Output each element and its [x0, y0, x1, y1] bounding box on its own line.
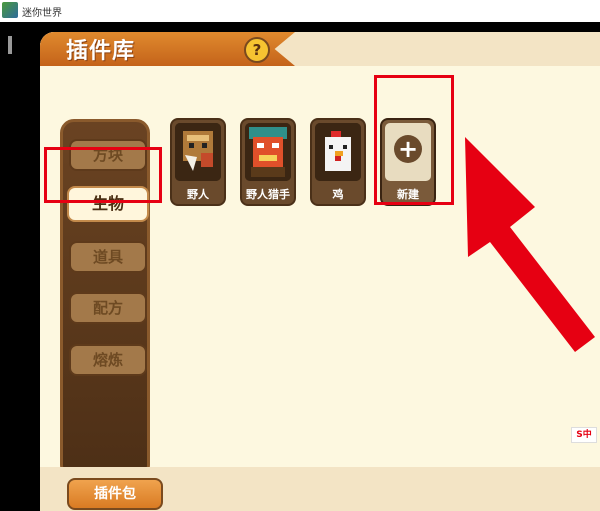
- tab-items[interactable]: 道具: [69, 241, 147, 273]
- creature-label: 野人猎手: [246, 188, 290, 201]
- creature-card-chicken[interactable]: 鸡: [310, 118, 366, 206]
- creature-card-savage-hunter[interactable]: 野人猎手: [240, 118, 296, 206]
- highlight-box-creatures: [44, 147, 162, 203]
- help-button[interactable]: ?: [244, 37, 270, 63]
- savage-hunter-icon: [245, 123, 291, 181]
- page-title: 插件库: [66, 39, 136, 64]
- title-banner: 插件库 ?: [40, 32, 295, 66]
- chicken-icon: [315, 123, 361, 181]
- plugin-pack-button[interactable]: 插件包: [67, 478, 163, 510]
- panel-header: 插件库 ?: [40, 32, 600, 66]
- window-title: 迷你世界: [22, 8, 62, 19]
- highlight-box-new: [374, 75, 454, 205]
- creature-card-savage[interactable]: 野人: [170, 118, 226, 206]
- savage-icon: [175, 123, 221, 181]
- window-titlebar: 迷你世界: [0, 0, 600, 23]
- app-icon: [2, 2, 18, 18]
- creature-label: 野人: [187, 188, 209, 201]
- panel-footer: 插件包: [40, 467, 600, 511]
- creature-label: 鸡: [332, 188, 344, 201]
- tab-smelting[interactable]: 熔炼: [69, 344, 147, 376]
- tab-recipes[interactable]: 配方: [69, 292, 147, 324]
- annotation-arrow: [465, 137, 595, 352]
- ime-indicator: S中: [571, 427, 597, 443]
- game-viewport: 插件库 ? 方块 生物 道具 配方 熔炼 野人 野人猎手 鸡 + 新建 插件包 …: [0, 22, 600, 511]
- game-cursor: [8, 36, 12, 54]
